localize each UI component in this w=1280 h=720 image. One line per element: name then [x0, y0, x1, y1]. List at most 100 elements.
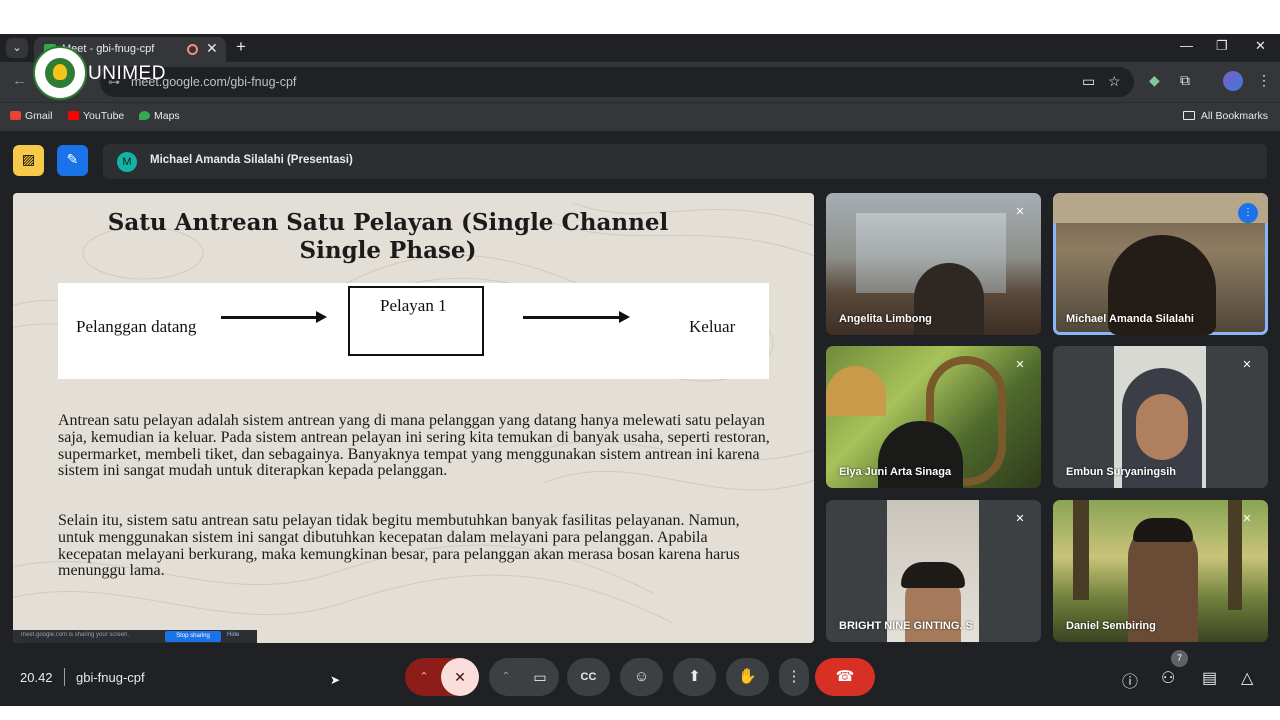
- camera-control-group: ⌃ ▭: [489, 658, 559, 696]
- more-options-button[interactable]: ⋮: [779, 658, 809, 696]
- speaking-indicator-icon: ⋮: [1238, 203, 1258, 223]
- maximize-button[interactable]: ❐: [1216, 38, 1228, 54]
- diagram-arrival-label: Pelanggan datang: [76, 317, 197, 336]
- browser-chrome: ⌄ Meet - gbi-fnug-cpf ✕ + — ❐ ✕ ← ⊶ meet…: [0, 34, 1280, 131]
- divider: [64, 668, 65, 686]
- present-screen-button[interactable]: ⬆: [673, 658, 716, 696]
- participant-name: Angelita Limbong: [839, 313, 932, 325]
- extension-icon[interactable]: ◆: [1149, 72, 1160, 89]
- presenter-avatar: M: [117, 152, 137, 172]
- bookmarks-bar: Gmail YouTube Maps All Bookmarks: [0, 102, 1280, 131]
- screen-share-bar: meet.google.com is sharing your screen. …: [13, 630, 257, 643]
- youtube-icon: [68, 111, 79, 120]
- mic-control-group: ⌃ ✕: [405, 658, 479, 696]
- bottom-margin: [0, 706, 1280, 720]
- meeting-time: 20.42: [20, 670, 53, 685]
- muted-mic-icon: ✕: [1242, 359, 1252, 371]
- back-arrow-icon[interactable]: ←: [12, 72, 27, 89]
- arrow-icon: [523, 311, 630, 323]
- tab-strip: ⌄ Meet - gbi-fnug-cpf ✕ + — ❐ ✕: [0, 34, 1280, 62]
- activities-icon[interactable]: △: [1241, 668, 1253, 688]
- bookmark-maps[interactable]: Maps: [139, 110, 180, 122]
- participant-name: Elya Juni Arta Sinaga: [839, 466, 952, 478]
- tab-search-button[interactable]: ⌄: [6, 38, 28, 58]
- meeting-code: gbi-fnug-cpf: [76, 670, 145, 685]
- slide-paragraph-1: Antrean satu pelayan adalah sistem antre…: [58, 412, 770, 480]
- arrow-icon: [221, 311, 327, 323]
- queue-diagram: Pelanggan datang Pelayan 1 Keluar: [58, 283, 769, 379]
- address-bar[interactable]: ⊶ meet.google.com/gbi-fnug-cpf ▭ ☆: [100, 67, 1134, 97]
- bookmark-gmail[interactable]: Gmail: [10, 110, 52, 122]
- participant-name: Embun Suryaningsih: [1066, 466, 1177, 478]
- menu-icon[interactable]: ⋮: [1257, 72, 1271, 89]
- puzzle-icon[interactable]: ⧉: [1180, 72, 1190, 89]
- info-icon[interactable]: ⓘ: [1122, 668, 1138, 692]
- star-icon[interactable]: ☆: [1108, 73, 1121, 90]
- participant-name: Daniel Sembiring: [1066, 620, 1156, 632]
- minimize-button[interactable]: —: [1180, 38, 1193, 53]
- house-roof: [826, 366, 886, 416]
- participants-count-badge: 7: [1171, 650, 1188, 667]
- unimed-logo: [33, 46, 87, 100]
- captions-button[interactable]: CC: [567, 658, 610, 696]
- share-notice: meet.google.com is sharing your screen.: [21, 632, 130, 638]
- profile-avatar[interactable]: [1223, 71, 1243, 91]
- participant-face: [1136, 394, 1188, 460]
- top-margin: [0, 0, 1280, 34]
- ceiling: [1053, 193, 1268, 223]
- camera-button[interactable]: ▭: [521, 658, 559, 696]
- mic-off-button[interactable]: ✕: [441, 658, 479, 696]
- leave-call-button[interactable]: ☎: [815, 658, 875, 696]
- server-box: Pelayan 1: [348, 286, 484, 356]
- people-icon[interactable]: ⚇: [1161, 668, 1175, 688]
- diagram-server-label: Pelayan 1: [380, 296, 447, 315]
- camera-icon[interactable]: ▭: [1082, 73, 1095, 90]
- pen-icon: ✎: [66, 151, 79, 167]
- presenter-bar: M Michael Amanda Silalahi (Presentasi): [103, 144, 1267, 179]
- participant-tile[interactable]: ⋮ Michael Amanda Silalahi: [1053, 193, 1268, 335]
- raise-hand-button[interactable]: ✋: [726, 658, 769, 696]
- bookmark-youtube[interactable]: YouTube: [68, 110, 124, 122]
- muted-mic-icon: ✕: [1015, 206, 1025, 218]
- audio-settings-caret-icon[interactable]: ⌃: [405, 658, 443, 696]
- tab-close-icon[interactable]: ✕: [206, 40, 218, 57]
- new-tab-button[interactable]: +: [236, 37, 246, 57]
- meeting-controls-bar: 20.42 gbi-fnug-cpf ➤ ⌃ ✕ ⌃ ▭ CC ☺ ⬆ ✋ ⋮ …: [0, 644, 1280, 706]
- participant-name: BRIGHT NINE GINTING. S: [839, 620, 973, 632]
- slide-paragraph-2: Selain itu, sistem satu antrean satu pel…: [58, 512, 740, 580]
- meet-app: ▨ ✎ M Michael Amanda Silalahi (Presentas…: [0, 131, 1280, 706]
- diagram-exit-label: Keluar: [689, 317, 736, 336]
- participant-name: Michael Amanda Silalahi: [1066, 313, 1194, 325]
- video-settings-caret-icon[interactable]: ⌃: [495, 658, 517, 696]
- all-bookmarks[interactable]: All Bookmarks: [1182, 110, 1268, 122]
- tree-trunk: [1073, 500, 1089, 600]
- stop-sharing-button[interactable]: Stop sharing: [165, 631, 221, 642]
- participant-tile[interactable]: ✕ Embun Suryaningsih: [1053, 346, 1268, 488]
- maps-icon: [139, 111, 150, 120]
- presentation-stop-button[interactable]: ▨: [13, 145, 44, 176]
- mouse-cursor-icon: ➤: [330, 673, 341, 687]
- logo-leaf-icon: [53, 64, 67, 80]
- no-screen-icon: ▨: [21, 151, 36, 167]
- participant-tile[interactable]: ✕ BRIGHT NINE GINTING. S: [826, 500, 1041, 642]
- muted-mic-icon: ✕: [1015, 513, 1025, 525]
- hide-button[interactable]: Hide: [227, 632, 239, 638]
- hair: [1133, 518, 1193, 542]
- slide-title: Satu Antrean Satu Pelayan (Single Channe…: [107, 209, 669, 264]
- logo-emblem: [45, 58, 75, 88]
- annotate-button[interactable]: ✎: [57, 145, 88, 176]
- participant-tile[interactable]: ✕ Angelita Limbong: [826, 193, 1041, 335]
- participant-tile[interactable]: ✕ Elya Juni Arta Sinaga: [826, 346, 1041, 488]
- muted-mic-icon: ✕: [1242, 513, 1252, 525]
- recording-indicator-icon: [187, 44, 198, 55]
- browser-toolbar: ← ⊶ meet.google.com/gbi-fnug-cpf ▭ ☆ ◆ ⧉…: [0, 62, 1280, 102]
- close-window-button[interactable]: ✕: [1255, 38, 1266, 54]
- emoji-button[interactable]: ☺: [620, 658, 663, 696]
- participant-tile[interactable]: ✕ Daniel Sembiring: [1053, 500, 1268, 642]
- presenter-label: Michael Amanda Silalahi (Presentasi): [150, 154, 353, 166]
- folder-icon: [1182, 111, 1195, 120]
- watermark-text: UNIMED: [88, 63, 166, 84]
- shared-slide: Satu Antrean Satu Pelayan (Single Channe…: [13, 193, 814, 643]
- chat-icon[interactable]: ▤: [1202, 668, 1217, 688]
- gmail-icon: [10, 111, 21, 120]
